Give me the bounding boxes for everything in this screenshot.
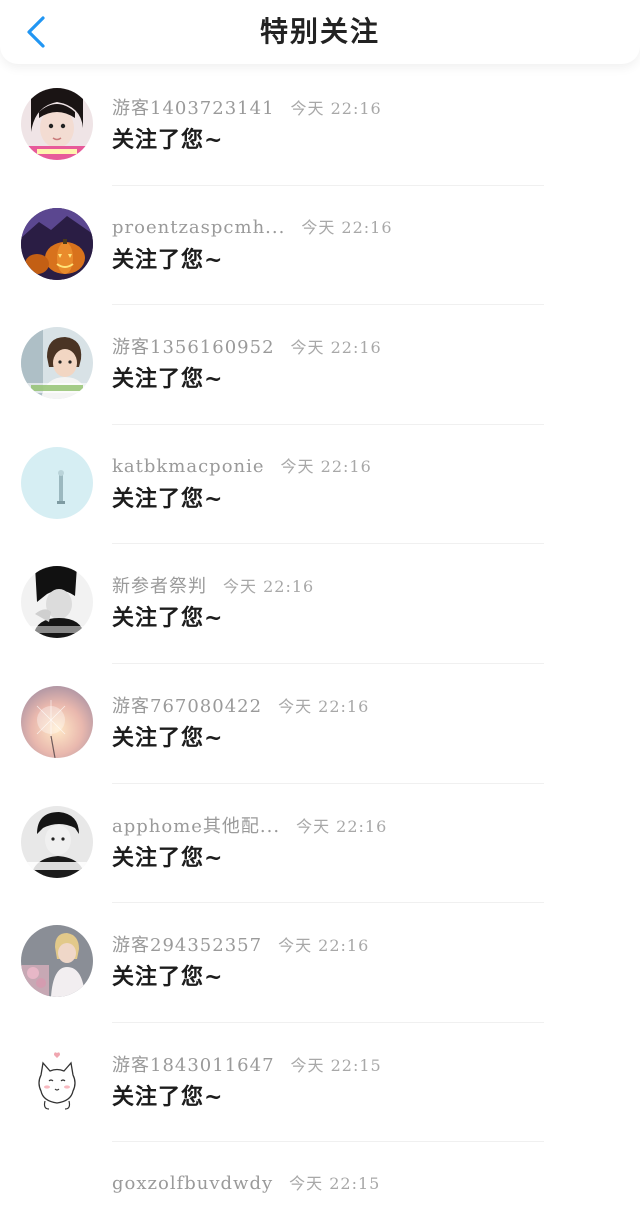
follow-message: 关注了您~ [112,844,224,871]
avatar[interactable] [21,685,93,758]
timestamp: 今天 22:16 [223,577,315,597]
username[interactable]: 游客1843011647 [112,1055,275,1076]
username[interactable]: 游客294352357 [112,935,262,956]
username[interactable]: katbkmacponie [112,456,265,477]
timestamp: 今天 22:16 [290,99,382,118]
follow-message: 关注了您~ [112,1083,224,1110]
follow-list[interactable]: 游客1403723141 今天 22:16 关注了您~ proentzaspcmh… [0,66,640,1211]
timestamp: 今天 22:16 [290,338,382,358]
avatar[interactable] [21,1044,93,1117]
username[interactable]: 游客767080422 [112,696,262,717]
avatar[interactable] [21,88,93,160]
list-item[interactable]: 游客1356160952 今天 22:16 关注了您~ [0,305,640,425]
follow-message: 关注了您~ [112,605,224,632]
avatar[interactable] [21,327,93,400]
avatar[interactable] [21,566,93,639]
username[interactable]: 游客1356160952 [112,337,275,358]
timestamp: 今天 22:16 [278,936,370,956]
follow-message: 关注了您~ [112,246,224,273]
username[interactable]: apphome其他配... [112,816,280,837]
list-item[interactable]: apphome其他配... 今天 22:16 关注了您~ [0,784,640,904]
avatar[interactable] [21,805,93,878]
avatar[interactable] [21,446,93,519]
page-title: 特别关注 [259,15,380,48]
avatar[interactable] [21,207,93,280]
list-item[interactable]: 游客1843011647 今天 22:15 关注了您~ [0,1023,640,1143]
username[interactable]: proentzaspcmh... [112,217,285,238]
list-item[interactable]: goxzolfbuvdwdy 今天 22:15 [0,1142,640,1211]
follow-message: 关注了您~ [112,724,224,751]
list-item[interactable]: 新参者祭判 今天 22:16 关注了您~ [0,544,640,664]
timestamp: 今天 22:16 [280,456,372,476]
timestamp: 今天 22:16 [278,696,370,716]
list-item[interactable]: 游客294352357 今天 22:16 关注了您~ [0,903,640,1023]
username[interactable]: 游客1403723141 [112,98,275,119]
follow-message: 关注了您~ [112,366,224,393]
follow-message: 关注了您~ [112,964,224,991]
list-item[interactable]: 游客767080422 今天 22:16 关注了您~ [0,664,640,784]
username[interactable]: 新参者祭判 [112,576,207,597]
timestamp: 今天 22:16 [296,816,388,836]
follow-message: 关注了您~ [112,485,224,512]
avatar[interactable] [21,925,93,998]
timestamp: 今天 22:16 [301,217,393,237]
follow-message: 关注了您~ [112,127,224,153]
timestamp: 今天 22:15 [289,1174,381,1194]
timestamp: 今天 22:15 [290,1055,382,1075]
username[interactable]: goxzolfbuvdwdy [112,1173,273,1194]
list-item[interactable]: 游客1403723141 今天 22:16 关注了您~ [0,66,640,186]
header-bar: 特别关注 [0,0,640,64]
list-item[interactable]: katbkmacponie 今天 22:16 关注了您~ [0,425,640,545]
list-item[interactable]: proentzaspcmh... 今天 22:16 关注了您~ [0,186,640,306]
